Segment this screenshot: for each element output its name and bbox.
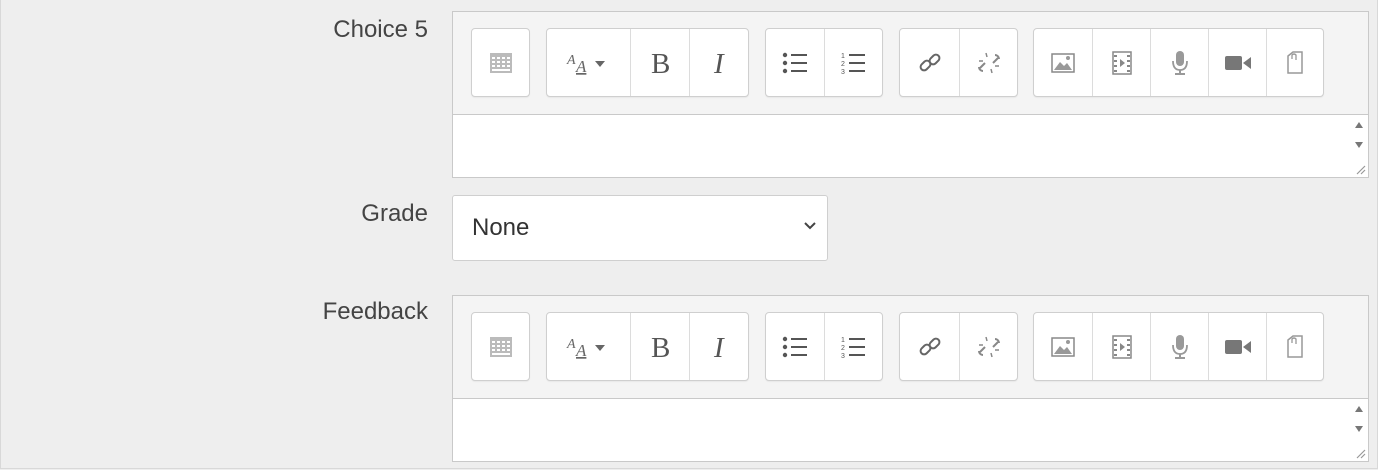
ordered-list-button[interactable]: 123: [825, 313, 882, 380]
toggle-toolbar-button[interactable]: [472, 313, 529, 380]
svg-text:3: 3: [841, 353, 845, 359]
bold-button[interactable]: B: [631, 29, 690, 96]
choice-label: Choice 5: [333, 16, 428, 43]
toolbar-group-2: A A B I: [546, 312, 749, 381]
svg-text:A: A: [566, 337, 576, 352]
image-icon: [1051, 52, 1075, 73]
svg-text:B: B: [651, 332, 670, 362]
choice-scroll-arrows[interactable]: [1353, 122, 1365, 148]
grade-select[interactable]: None: [452, 195, 828, 261]
bold-button[interactable]: B: [631, 313, 690, 380]
svg-text:A: A: [566, 53, 576, 68]
choice-editor: A A B I 1 2 3: [452, 11, 1369, 178]
svg-text:1: 1: [841, 53, 845, 60]
toolbar-group-3: 123: [765, 312, 883, 381]
manage-files-icon: [1287, 334, 1303, 358]
svg-text:2: 2: [841, 61, 845, 68]
image-button[interactable]: [1034, 313, 1093, 380]
font-style-button[interactable]: A A: [547, 313, 631, 380]
record-video-icon: [1224, 339, 1251, 354]
unordered-list-button[interactable]: [766, 29, 825, 96]
svg-text:I: I: [713, 48, 725, 78]
svg-text:A: A: [575, 341, 587, 360]
unlink-button[interactable]: [960, 29, 1017, 96]
toggle-toolbar-icon: [489, 52, 512, 73]
link-button[interactable]: [900, 29, 960, 96]
toolbar-group-4: [899, 28, 1018, 97]
toolbar-group-1: [471, 28, 530, 97]
svg-text:3: 3: [841, 69, 845, 75]
grade-label: Grade: [361, 200, 428, 227]
record-audio-button[interactable]: [1151, 313, 1209, 380]
unordered-list-button[interactable]: [766, 313, 825, 380]
italic-button[interactable]: I: [690, 29, 748, 96]
svg-text:1: 1: [841, 337, 845, 344]
record-audio-icon: [1171, 334, 1188, 359]
choice-toolbar: A A B I 1 2 3: [453, 12, 1368, 115]
svg-text:I: I: [713, 332, 725, 362]
link-icon: [919, 53, 940, 71]
feedback-editor: A A B I 1 2 3: [452, 295, 1369, 462]
toggle-toolbar-button[interactable]: [472, 29, 529, 96]
manage-files-button[interactable]: [1267, 313, 1323, 380]
record-audio-icon: [1171, 50, 1188, 75]
record-audio-button[interactable]: [1151, 29, 1209, 96]
italic-icon: I: [713, 48, 725, 78]
font-style-icon: A A: [566, 337, 605, 360]
manage-files-button[interactable]: [1267, 29, 1323, 96]
record-video-icon: [1224, 55, 1251, 70]
unordered-list-icon: [782, 52, 807, 73]
record-video-button[interactable]: [1209, 313, 1267, 380]
italic-button[interactable]: I: [690, 313, 748, 380]
toolbar-group-5: [1033, 28, 1324, 97]
unlink-icon: [977, 336, 1000, 357]
font-style-icon: A A: [566, 53, 605, 76]
link-icon: [919, 337, 940, 355]
chevron-down-icon: [804, 222, 816, 230]
svg-text:2: 2: [841, 345, 845, 352]
toolbar-group-4: [899, 312, 1018, 381]
image-icon: [1051, 336, 1075, 357]
choice-textarea[interactable]: [453, 115, 1368, 177]
svg-text:A: A: [575, 57, 587, 76]
svg-text:B: B: [651, 48, 670, 78]
bold-icon: B: [651, 48, 670, 78]
toolbar-group-1: [471, 312, 530, 381]
ordered-list-icon: 123: [841, 53, 865, 75]
media-button[interactable]: [1093, 29, 1151, 96]
toolbar-group-2: A A B I: [546, 28, 749, 97]
feedback-label: Feedback: [322, 298, 428, 325]
media-icon: [1111, 50, 1132, 75]
unlink-button[interactable]: [960, 313, 1017, 380]
grade-select-value: None: [472, 214, 530, 241]
font-style-button[interactable]: A A: [547, 29, 631, 96]
feedback-toolbar: A A B I 1 2 3: [453, 296, 1368, 399]
manage-files-icon: [1287, 50, 1303, 74]
choice-resize-handle[interactable]: [1354, 163, 1366, 175]
toolbar-group-5: [1033, 312, 1324, 381]
media-button[interactable]: [1093, 313, 1151, 380]
feedback-resize-handle[interactable]: [1354, 447, 1366, 459]
feedback-scroll-arrows[interactable]: [1353, 406, 1365, 432]
unordered-list-icon: [782, 336, 807, 357]
toggle-toolbar-icon: [489, 336, 512, 357]
bold-icon: B: [651, 332, 670, 362]
ordered-list-button[interactable]: 123: [825, 29, 882, 96]
media-icon: [1111, 334, 1132, 359]
italic-icon: I: [713, 332, 725, 362]
unlink-icon: [977, 52, 1000, 73]
feedback-textarea[interactable]: [453, 399, 1368, 461]
toolbar-group-3: 123: [765, 28, 883, 97]
link-button[interactable]: [900, 313, 960, 380]
image-button[interactable]: [1034, 29, 1093, 96]
record-video-button[interactable]: [1209, 29, 1267, 96]
ordered-list-icon: 123: [841, 337, 865, 359]
